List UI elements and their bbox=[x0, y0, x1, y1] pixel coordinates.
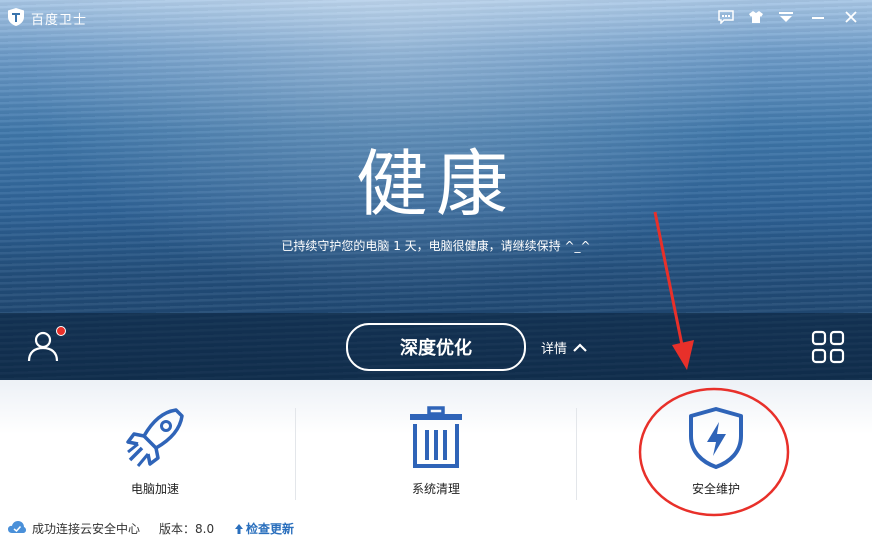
details-label: 详情 bbox=[541, 342, 568, 357]
tool-speed-up[interactable]: 电脑加速 bbox=[10, 380, 300, 510]
trash-icon bbox=[410, 406, 462, 468]
health-status-message: 已持续守护您的电脑 1 天，电脑很健康，请继续保持 ^_^ bbox=[281, 239, 591, 253]
user-account-button[interactable] bbox=[25, 328, 61, 364]
version-label: 版本：8.0 bbox=[159, 522, 215, 536]
skin-button[interactable] bbox=[745, 6, 767, 28]
action-bar: 深度优化 详情 bbox=[0, 313, 872, 380]
grid-icon bbox=[811, 330, 845, 364]
status-bar: 成功连接云安全中心 版本：8.0 检查更新 bbox=[0, 515, 872, 542]
tool-system-clean[interactable]: 系统清理 bbox=[291, 380, 581, 510]
tool-system-clean-label: 系统清理 bbox=[411, 482, 460, 496]
chevron-up-icon bbox=[573, 342, 587, 352]
cloud-connection-status: 成功连接云安全中心 bbox=[32, 522, 141, 536]
close-icon bbox=[845, 11, 857, 23]
details-link[interactable]: 详情 bbox=[541, 338, 587, 357]
menu-button[interactable] bbox=[775, 6, 797, 28]
title-bar[interactable]: 百度卫士 bbox=[0, 0, 872, 34]
notification-dot bbox=[56, 326, 66, 336]
tool-security-maintenance[interactable]: 安全维护 bbox=[571, 380, 861, 510]
tool-speed-up-label: 电脑加速 bbox=[130, 482, 179, 496]
user-icon bbox=[27, 331, 59, 362]
close-button[interactable] bbox=[840, 6, 862, 28]
feedback-button[interactable] bbox=[715, 6, 737, 28]
shield-lightning-icon bbox=[689, 407, 743, 469]
app-title: 百度卫士 bbox=[31, 13, 88, 28]
minimize-button[interactable] bbox=[807, 6, 829, 28]
deep-optimize-button[interactable]: 深度优化 bbox=[346, 323, 526, 371]
tool-security-maintenance-label: 安全维护 bbox=[691, 482, 740, 496]
feedback-icon bbox=[718, 10, 734, 24]
minimize-icon bbox=[812, 17, 824, 19]
menu-icon bbox=[779, 12, 793, 22]
cloud-icon bbox=[8, 521, 26, 533]
more-tools-button[interactable] bbox=[810, 329, 846, 365]
check-update-link[interactable]: 检查更新 bbox=[234, 520, 294, 537]
skin-icon bbox=[749, 11, 763, 23]
arrow-up-icon bbox=[235, 523, 243, 534]
rocket-icon bbox=[126, 408, 184, 467]
hero-banner: 百度卫士 健康 已持续守护您的电脑 1 天，电脑很健康，请继续保持 ^_^ 深度… bbox=[0, 0, 872, 380]
check-update-label: 检查更新 bbox=[246, 522, 295, 536]
health-status-title: 健康 bbox=[355, 142, 516, 226]
baidu-guard-logo-icon bbox=[8, 8, 24, 26]
tools-panel: 电脑加速 系统清理 安全维护 bbox=[0, 380, 872, 515]
